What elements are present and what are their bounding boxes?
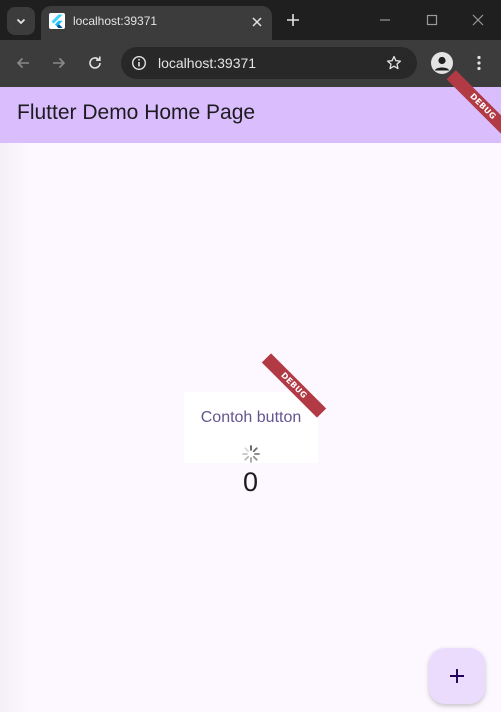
tab-title: localhost:39371 [73,14,158,28]
browser-tab-strip: localhost:39371 [0,0,501,40]
close-icon [252,17,262,27]
app-bar: Flutter Demo Home Page [0,87,501,143]
browser-menu-button[interactable] [467,51,491,75]
maximize-icon [426,14,438,26]
reload-button[interactable] [82,50,108,76]
counter-value: 0 [242,467,259,497]
contoh-button-label: Contoh button [200,409,302,426]
window-close-button[interactable] [463,6,493,34]
maximize-button[interactable] [417,6,447,34]
increment-fab[interactable] [429,648,485,704]
arrow-right-icon [53,57,66,69]
tab-list-button[interactable] [7,7,35,35]
body-shade [0,143,28,712]
arrow-left-icon [16,57,29,69]
browser-toolbar: localhost:39371 [0,40,501,87]
url-text[interactable]: localhost:39371 [158,55,256,71]
new-tab-button[interactable] [281,8,305,32]
kebab-menu-icon [477,55,481,71]
address-bar[interactable]: localhost:39371 [121,47,417,79]
site-info-button[interactable] [127,51,151,75]
minimize-button[interactable] [370,6,400,34]
reload-icon [89,56,101,69]
star-icon [386,55,402,70]
minimize-icon [380,19,390,21]
flutter-logo-icon [49,13,65,29]
close-icon [472,14,484,26]
plus-icon [287,14,299,26]
page-title: Flutter Demo Home Page [17,101,256,124]
browser-tab[interactable]: localhost:39371 [41,6,272,40]
spinner-icon [242,445,260,463]
tab-close-button[interactable] [248,13,266,31]
info-icon [131,55,147,71]
plus-icon [450,669,464,683]
bookmark-button[interactable] [382,51,406,75]
person-icon [434,56,450,71]
chevron-down-icon [16,18,26,25]
profile-button[interactable] [431,52,453,74]
forward-button[interactable] [46,50,72,76]
back-button[interactable] [10,50,36,76]
